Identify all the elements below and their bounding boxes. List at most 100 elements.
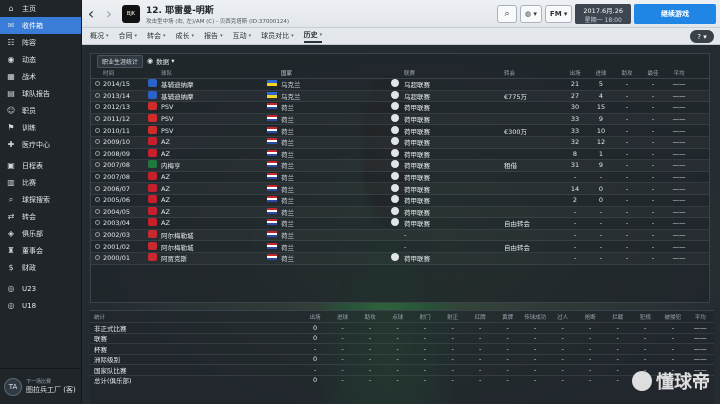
stats-row[interactable]: 非正式比赛 0 - - - - - - - - - - - - - ——: [90, 322, 714, 333]
country-cell[interactable]: 荷兰: [281, 149, 391, 159]
country-cell[interactable]: 荷兰: [281, 207, 391, 217]
sidebar-item[interactable]: ▤ 球队报告: [0, 85, 81, 102]
country-cell[interactable]: 荷兰: [281, 126, 391, 136]
league-cell[interactable]: 荷甲联赛: [404, 114, 504, 124]
club-cell[interactable]: AZ: [161, 173, 267, 181]
league-cell[interactable]: -: [404, 243, 504, 251]
country-cell[interactable]: 荷兰: [281, 218, 391, 228]
table-row[interactable]: 2010/11 PSV 荷兰 荷甲联赛 €300万 33 10 - - ——: [91, 125, 709, 137]
club-cell[interactable]: AZ: [161, 138, 267, 146]
club-cell[interactable]: 内梅亨: [161, 160, 267, 170]
row-selector[interactable]: [95, 161, 103, 169]
column-header[interactable]: 进球: [588, 69, 614, 77]
stats-column-header[interactable]: 统计: [94, 313, 301, 321]
country-cell[interactable]: 荷兰: [281, 195, 391, 205]
column-header[interactable]: 最佳: [640, 69, 666, 77]
club-cell[interactable]: PSV: [161, 103, 267, 111]
club-cell[interactable]: AZ: [161, 150, 267, 158]
table-row[interactable]: 2008/09 AZ 荷兰 荷甲联赛 8 1 - - ——: [91, 148, 709, 161]
column-header[interactable]: 平均: [666, 69, 692, 77]
country-cell[interactable]: 荷兰: [281, 160, 391, 170]
club-cell[interactable]: PSV: [161, 127, 267, 135]
table-row[interactable]: 2005/06 AZ 荷兰 荷甲联赛 2 0 - - ——: [91, 195, 709, 207]
stats-row[interactable]: 国家队比赛 - - - - - - - - - - - - - - ——: [90, 364, 714, 375]
sidebar-item[interactable]: ♜ 董事会: [0, 242, 81, 259]
table-row[interactable]: 2011/12 PSV 荷兰 荷甲联赛 33 9 - - ——: [91, 114, 709, 126]
league-cell[interactable]: 荷甲联赛: [404, 137, 504, 147]
stats-column-header[interactable]: 出场: [301, 313, 329, 321]
continue-button[interactable]: 继续游戏: [634, 4, 716, 24]
stats-column-header[interactable]: 传球成功: [521, 313, 549, 321]
row-selector[interactable]: [95, 138, 103, 146]
tab-item[interactable]: 合同 ▾: [119, 31, 138, 41]
table-row[interactable]: 2009/10 AZ 荷兰 荷甲联赛 32 12 - - ——: [91, 137, 709, 149]
column-header[interactable]: 转会: [504, 69, 562, 77]
row-selector[interactable]: [95, 80, 103, 88]
sidebar-item[interactable]: ◈ 俱乐部: [0, 225, 81, 242]
tab-item[interactable]: 成长 ▾: [176, 31, 195, 41]
club-cell[interactable]: AZ: [161, 219, 267, 227]
stats-column-header[interactable]: 拦截: [604, 313, 632, 321]
league-cell[interactable]: 荷甲联赛: [404, 172, 504, 182]
stats-column-header[interactable]: 被侵犯: [659, 313, 687, 321]
column-header[interactable]: 助攻: [614, 69, 640, 77]
club-cell[interactable]: 阿尔梅勒城: [161, 242, 267, 252]
stats-column-header[interactable]: 射正: [439, 313, 467, 321]
league-cell[interactable]: 荷甲联赛: [404, 149, 504, 159]
league-cell[interactable]: 荷甲联赛: [404, 160, 504, 170]
stats-column-header[interactable]: 过人: [549, 313, 577, 321]
club-cell[interactable]: AZ: [161, 185, 267, 193]
country-cell[interactable]: 荷兰: [281, 230, 391, 240]
column-header[interactable]: 联赛: [404, 69, 504, 77]
club-crest-icon[interactable]: BJK: [122, 4, 140, 23]
league-cell[interactable]: 荷甲联赛: [404, 218, 504, 228]
data-view-button[interactable]: ◉ 数据 ▾: [147, 56, 174, 66]
country-cell[interactable]: 乌克兰: [281, 79, 391, 89]
sidebar-item[interactable]: ⌂ 主页: [0, 0, 81, 17]
sidebar-item[interactable]: ✉ 收件箱: [0, 17, 81, 34]
sidebar-item[interactable]: ▥ 比赛: [0, 174, 81, 191]
column-header[interactable]: 出场: [562, 69, 588, 77]
sidebar-item[interactable]: ◉ 动态: [0, 51, 81, 68]
stats-column-header[interactable]: 进球: [329, 313, 357, 321]
sidebar-item[interactable]: ▦ 战术: [0, 68, 81, 85]
column-header[interactable]: 球队: [161, 69, 267, 77]
search-button[interactable]: ⌕: [497, 5, 518, 23]
back-arrow-icon[interactable]: ‹: [82, 4, 100, 23]
row-selector[interactable]: [95, 103, 103, 111]
table-row[interactable]: 2012/13 PSV 荷兰 荷甲联赛 30 15 - - ——: [91, 102, 709, 114]
tab-item[interactable]: 互动 ▾: [233, 31, 252, 41]
forward-arrow-icon[interactable]: ›: [100, 4, 118, 23]
league-cell[interactable]: 荷甲联赛: [404, 102, 504, 112]
tab-item[interactable]: 球员对比 ▾: [261, 31, 294, 41]
next-match-widget[interactable]: TA 下一场比赛 图拉兵工厂 (客): [0, 368, 82, 404]
row-selector[interactable]: [95, 231, 103, 239]
country-cell[interactable]: 荷兰: [281, 102, 391, 112]
stats-row[interactable]: 杯赛 - - - - - - - - - - - - - - ——: [90, 343, 714, 354]
sidebar-item[interactable]: ⌕ 球探搜索: [0, 191, 81, 208]
table-row[interactable]: 2014/15 基辅迪纳摩 乌克兰 乌超联赛 21 5 - - ——: [91, 79, 709, 91]
league-cell[interactable]: 乌超联赛: [404, 79, 504, 89]
sidebar-item[interactable]: ☺ 职员: [0, 102, 81, 119]
row-selector[interactable]: [95, 208, 103, 216]
row-selector[interactable]: [95, 173, 103, 181]
stats-column-header[interactable]: 黄牌: [494, 313, 522, 321]
league-cell[interactable]: 荷甲联赛: [404, 184, 504, 194]
row-selector[interactable]: [95, 219, 103, 227]
league-cell[interactable]: 荷甲联赛: [404, 207, 504, 217]
stats-column-header[interactable]: 犯规: [631, 313, 659, 321]
tab-item[interactable]: 历史 ▾: [303, 30, 323, 43]
fm-menu-button[interactable]: FM ▾: [544, 5, 573, 23]
country-cell[interactable]: 荷兰: [281, 114, 391, 124]
row-selector[interactable]: [95, 254, 103, 262]
club-cell[interactable]: 阿尔梅勒城: [161, 230, 267, 240]
table-row[interactable]: 2007/08 内梅亨 荷兰 荷甲联赛 租借 31 9 - - ——: [91, 160, 709, 172]
help-button[interactable]: ? ▾: [690, 30, 714, 43]
country-cell[interactable]: 荷兰: [281, 137, 391, 147]
league-cell[interactable]: 荷甲联赛: [404, 126, 504, 136]
game-date[interactable]: 2017.6月.26 星期一 18:00: [575, 4, 631, 24]
row-selector[interactable]: [95, 196, 103, 204]
row-selector[interactable]: [95, 92, 103, 100]
club-cell[interactable]: AZ: [161, 208, 267, 216]
stats-row[interactable]: 洲际级别 0 - - - - - - - - - - - - - ——: [90, 353, 714, 364]
